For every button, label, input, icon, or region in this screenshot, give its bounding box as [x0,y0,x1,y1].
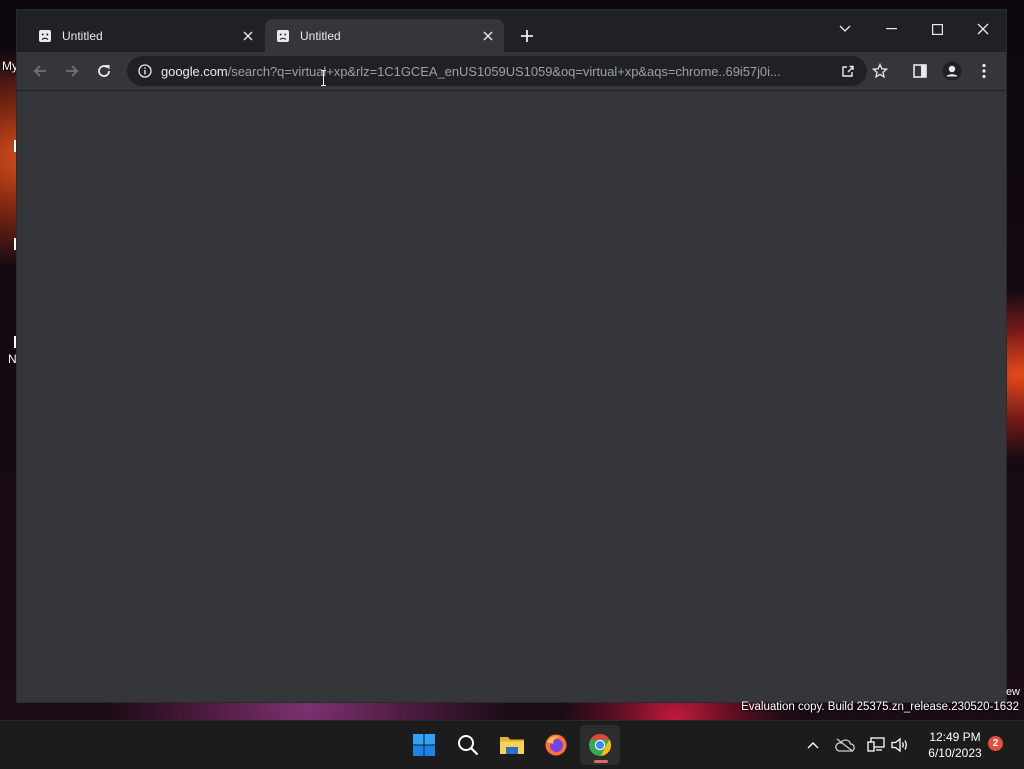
plus-icon [521,30,533,42]
file-explorer-button[interactable] [492,725,532,765]
maximize-icon [931,23,943,35]
close-tab-icon[interactable] [478,26,498,46]
show-hidden-icons-button[interactable] [801,733,825,757]
desktop-icon-label-1[interactable]: My [2,59,18,73]
close-tab-icon[interactable] [238,26,258,46]
windows-logo-icon [413,734,435,756]
onedrive-button[interactable] [833,733,857,757]
desktop-icon-label-2[interactable]: N [8,352,17,366]
network-icon [867,737,885,752]
side-panel-icon [913,64,927,78]
reload-icon [98,65,110,77]
cloud-offline-icon [835,738,855,752]
firefox-button[interactable] [536,725,576,765]
tab-search-button[interactable] [822,14,868,44]
close-icon [977,23,989,35]
share-icon [842,65,854,77]
search-button[interactable] [448,725,488,765]
maximize-button[interactable] [914,14,960,44]
arrow-left-icon [33,65,46,77]
minimize-button[interactable] [868,14,914,44]
watermark-fragment: ew [1005,686,1020,698]
start-button[interactable] [404,725,444,765]
sad-page-icon [275,28,291,44]
profile-button[interactable] [940,59,964,83]
evaluation-watermark: Evaluation copy. Build 25375.zn_release.… [741,701,1019,713]
tab-strip: Untitled Untitled [17,10,1006,52]
chevron-down-icon [839,25,851,32]
browser-menu-button[interactable] [972,59,996,83]
url-host: google.com [161,63,228,79]
kebab-menu-icon [982,63,986,79]
text-cursor-icon [321,70,326,86]
arrow-right-icon [66,65,79,77]
clock-button[interactable]: 12:49 PM 6/10/2023 [918,729,992,761]
folder-icon [500,737,524,754]
firefox-icon [545,734,567,756]
volume-button[interactable] [888,733,912,757]
reload-button[interactable] [91,58,117,84]
profile-icon [942,61,962,81]
notification-badge[interactable]: 2 [988,736,1003,751]
tab-title: Untitled [62,28,103,43]
active-app-indicator [594,760,608,763]
url-path: /search?q=virtual+xp&rlz=1C1GCEA_enUS105… [227,63,781,79]
tab-title: Untitled [300,28,341,43]
speaker-icon [891,737,907,753]
browser-toolbar: google.com/search?q=virtual+xp&rlz=1C1GC… [17,52,1006,90]
tab-untitled-1[interactable]: Untitled [27,19,264,52]
back-button[interactable] [27,58,53,84]
side-panel-button[interactable] [908,59,932,83]
close-window-button[interactable] [960,14,1006,44]
page-content-area[interactable] [17,91,1006,702]
share-button[interactable] [836,59,860,83]
url-text[interactable]: google.com/search?q=virtual+xp&rlz=1C1GC… [161,64,831,79]
minimize-icon [885,28,897,30]
search-icon [458,735,479,756]
chrome-icon [589,734,612,756]
taskbar: 12:49 PM 6/10/2023 [0,720,1024,769]
forward-button[interactable] [59,58,85,84]
sad-page-icon [37,28,53,44]
tab-untitled-2[interactable]: Untitled [265,19,504,52]
network-button[interactable] [864,733,888,757]
bookmark-button[interactable] [868,59,892,83]
chrome-button[interactable] [580,725,620,765]
new-tab-button[interactable] [517,26,537,46]
chevron-up-icon [807,742,819,749]
star-icon [872,63,888,79]
clock-date: 6/10/2023 [928,746,982,760]
clock-time: 12:49 PM [929,730,981,744]
browser-window: Untitled Untitled google.com/search?q=vi… [17,10,1006,702]
address-bar[interactable]: google.com/search?q=virtual+xp&rlz=1C1GC… [127,56,867,86]
site-info-icon[interactable] [137,63,153,79]
